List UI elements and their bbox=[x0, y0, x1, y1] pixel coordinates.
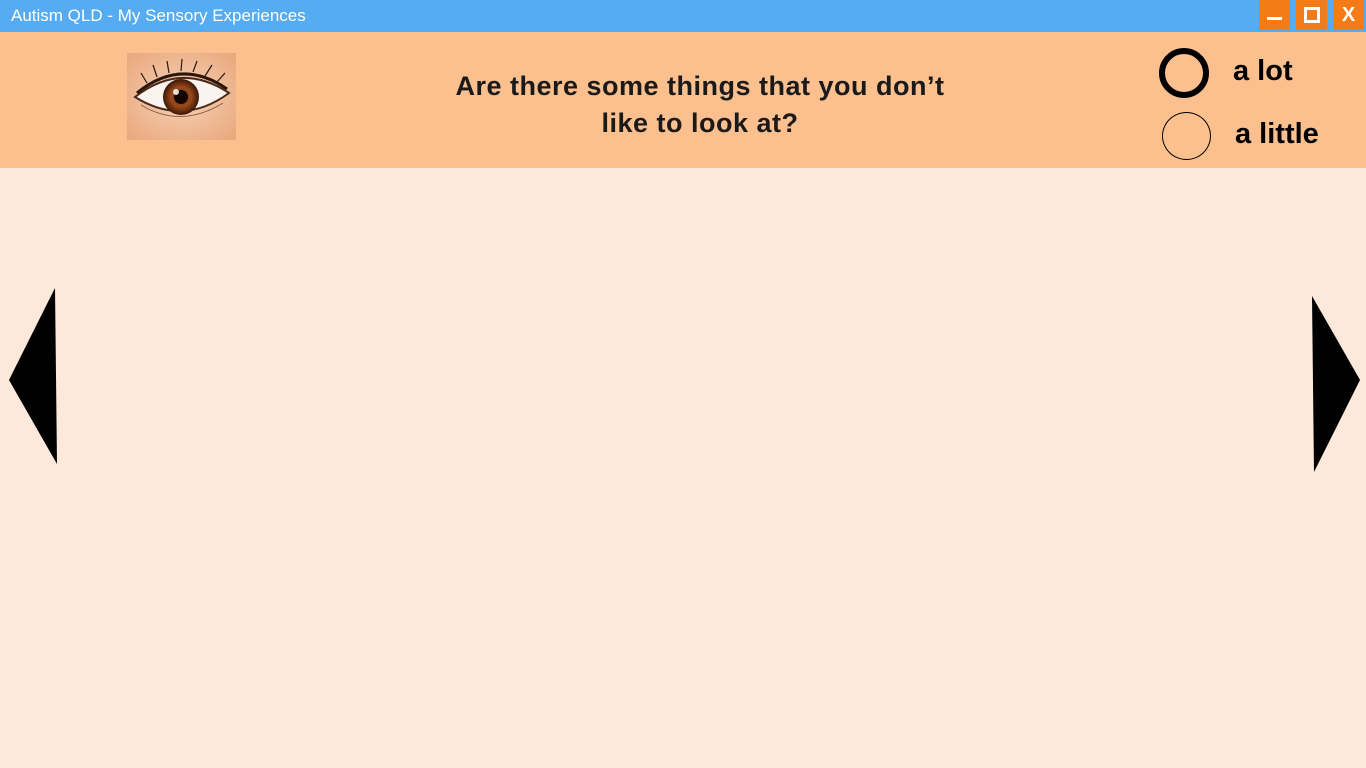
eye-photo-icon bbox=[127, 53, 236, 140]
close-button[interactable]: X bbox=[1333, 0, 1364, 30]
triangle-left-icon bbox=[9, 288, 57, 464]
close-icon: X bbox=[1341, 4, 1356, 26]
maximize-button[interactable] bbox=[1296, 0, 1327, 30]
triangle-right-icon bbox=[1312, 296, 1360, 472]
question-text: Are there some things that you don’t lik… bbox=[455, 71, 945, 138]
window-titlebar: Autism QLD - My Sensory Experiences X bbox=[0, 0, 1366, 32]
eye-image bbox=[127, 53, 236, 140]
next-button[interactable] bbox=[1309, 294, 1363, 474]
option-a-little-radio[interactable] bbox=[1162, 112, 1211, 160]
option-a-little-label[interactable]: a little bbox=[1235, 118, 1319, 151]
question-header: Are there some things that you don’t lik… bbox=[0, 32, 1366, 168]
minimize-icon bbox=[1267, 17, 1282, 20]
minimize-button[interactable] bbox=[1259, 0, 1290, 30]
option-a-lot-radio[interactable] bbox=[1159, 48, 1209, 98]
previous-button[interactable] bbox=[6, 286, 60, 466]
option-a-lot-label[interactable]: a lot bbox=[1233, 55, 1293, 88]
window-title: Autism QLD - My Sensory Experiences bbox=[11, 6, 306, 25]
maximize-icon bbox=[1304, 7, 1320, 23]
